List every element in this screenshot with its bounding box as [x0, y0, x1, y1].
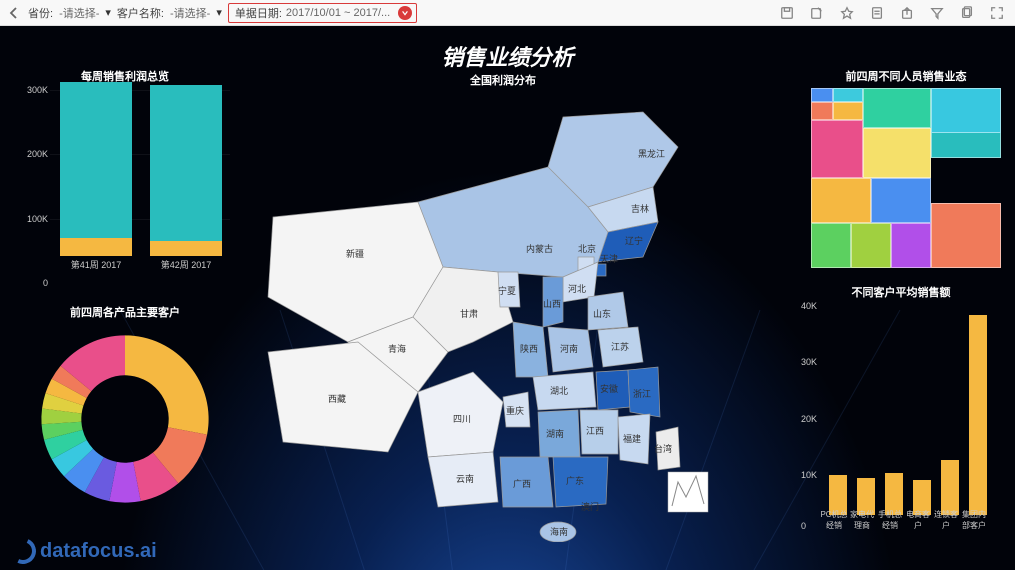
filter-date-label: 单据日期:	[235, 5, 282, 21]
page-icon[interactable]	[869, 5, 885, 21]
caret-down-icon: ▾	[216, 6, 222, 19]
filter-province[interactable]: 省份: -请选择- ▾	[28, 3, 111, 23]
prov-label: 浙江	[633, 388, 651, 399]
donut-slice[interactable]	[125, 335, 209, 434]
prov-label: 吉林	[631, 203, 649, 214]
dashboard: 销售业绩分析 每周销售利润总览 300K 200K 100K 0 第41周 20…	[0, 26, 1015, 570]
star-icon[interactable]	[839, 5, 855, 21]
prov-label: 宁夏	[498, 285, 516, 296]
export-icon[interactable]	[899, 5, 915, 21]
map-area: 黑龙江 吉林 辽宁 内蒙古 北京 天津 河北 新疆 山西 山东	[248, 92, 758, 542]
rbar-xlabel: 连锁客户	[932, 509, 960, 531]
rbar-xlabel: 电商客户	[904, 509, 932, 531]
prov-label: 江西	[586, 426, 604, 436]
prov-label: 河北	[568, 283, 586, 294]
weekly-profit-bar-chart[interactable]: 每周销售利润总览 300K 200K 100K 0 第41周 2017	[20, 68, 230, 303]
bar-column[interactable]: 第42周 2017	[150, 85, 222, 271]
edit-icon[interactable]	[809, 5, 825, 21]
donut-chart-area	[30, 324, 220, 514]
prov-label: 福建	[623, 433, 641, 444]
rbar-title: 不同客户平均销售额	[801, 284, 1001, 300]
prov-label: 四川	[453, 414, 471, 424]
customer-avg-sales-bar-chart[interactable]: 不同客户平均销售额 40K 30K 20K 10K 0 PC机总经销 家电代理商…	[801, 284, 1001, 544]
y-tick: 10K	[801, 470, 817, 480]
prov-label: 天津	[600, 254, 618, 264]
prov-label: 台湾	[654, 443, 672, 454]
y-tick: 20K	[801, 414, 817, 424]
salesperson-treemap-chart[interactable]: 前四周不同人员销售业态	[811, 68, 1001, 268]
prov-label: 西藏	[328, 393, 346, 404]
prov-label: 江苏	[611, 341, 629, 352]
prov-label: 山东	[593, 308, 611, 319]
profit-map-chart[interactable]: 全国利润分布 黑龙江 吉林 辽宁 内蒙古 北京 天津 河北 新疆	[248, 72, 758, 552]
prov-label: 陕西	[520, 343, 538, 354]
y-tick: 0	[801, 521, 806, 531]
y-tick: 0	[20, 278, 48, 288]
map-title: 全国利润分布	[248, 72, 758, 88]
filter-customer-label: 客户名称:	[117, 5, 164, 21]
y-tick: 40K	[801, 301, 817, 311]
prov-label: 新疆	[346, 248, 364, 259]
toolbar-left: 省份: -请选择- ▾ 客户名称: -请选择- ▾ 单据日期: 2017/10/…	[6, 3, 779, 23]
back-icon[interactable]	[6, 5, 22, 21]
prov-label: 湖北	[550, 386, 568, 396]
prov-label: 黑龙江	[638, 148, 665, 159]
prov-label: 湖南	[546, 428, 564, 439]
prov-label: 河南	[560, 343, 578, 354]
filter-province-value[interactable]: -请选择-	[55, 3, 103, 23]
caret-down-icon: ▾	[105, 6, 111, 19]
prov-label: 海南	[550, 526, 568, 537]
treemap-area	[811, 88, 1001, 268]
y-tick: 200K	[20, 149, 48, 159]
prov-label: 北京	[578, 243, 596, 254]
treemap-title: 前四周不同人员销售业态	[811, 68, 1001, 84]
top-toolbar: 省份: -请选择- ▾ 客户名称: -请选择- ▾ 单据日期: 2017/10/…	[0, 0, 1015, 26]
filter-customer-value[interactable]: -请选择-	[166, 3, 214, 23]
save-icon[interactable]	[779, 5, 795, 21]
product-customer-donut-chart[interactable]: 前四周各产品主要客户	[20, 304, 230, 509]
donut-chart-title: 前四周各产品主要客户	[20, 304, 230, 320]
bar-column[interactable]	[969, 315, 987, 515]
prov-label: 云南	[456, 473, 474, 484]
filter-icon[interactable]	[929, 5, 945, 21]
rbar-xlabel: PC机总经销	[820, 509, 848, 531]
y-tick: 30K	[801, 357, 817, 367]
rbar-xlabel: 手机总经销	[876, 509, 904, 531]
bar-xlabel: 第41周 2017	[60, 258, 132, 271]
y-tick: 300K	[20, 85, 48, 95]
bar-column[interactable]	[941, 460, 959, 515]
brand-watermark: datafocus.ai	[10, 538, 157, 564]
filter-customer[interactable]: 客户名称: -请选择- ▾	[117, 3, 222, 23]
prov-label: 安徽	[600, 383, 618, 394]
prov-label: 辽宁	[625, 235, 643, 246]
prov-label: 内蒙古	[526, 243, 553, 254]
filter-province-label: 省份:	[28, 5, 53, 21]
brand-logo-icon	[6, 534, 39, 567]
prov-label: 广西	[513, 478, 531, 489]
prov-label: 重庆	[506, 405, 524, 416]
rbar-area: 40K 30K 20K 10K 0 PC机总经销 家电代理商 手机总经销 电商客…	[801, 306, 1001, 531]
prov-label: 广东	[566, 475, 584, 486]
prov-label: 青海	[388, 343, 406, 354]
rbar-xlabel: 家电代理商	[848, 509, 876, 531]
bar-xlabel: 第42周 2017	[150, 258, 222, 271]
fullscreen-icon[interactable]	[989, 5, 1005, 21]
prov-label: 澳门	[581, 501, 599, 512]
brand-text: datafocus.ai	[40, 540, 157, 563]
prov-label: 甘肃	[460, 308, 478, 319]
y-tick: 100K	[20, 214, 48, 224]
copy-icon[interactable]	[959, 5, 975, 21]
caret-down-icon	[398, 6, 412, 20]
rbar-xlabel: 集团内部客户	[960, 509, 988, 531]
filter-date[interactable]: 单据日期: 2017/10/01 ~ 2017/...	[228, 3, 417, 23]
toolbar-right	[779, 5, 1009, 21]
prov-label: 山西	[543, 299, 561, 309]
bar-chart-area: 300K 200K 100K 0 第41周 2017 第42周 2017	[20, 90, 230, 285]
bar-column[interactable]: 第41周 2017	[60, 82, 132, 271]
filter-date-value[interactable]: 2017/10/01 ~ 2017/...	[282, 5, 394, 21]
